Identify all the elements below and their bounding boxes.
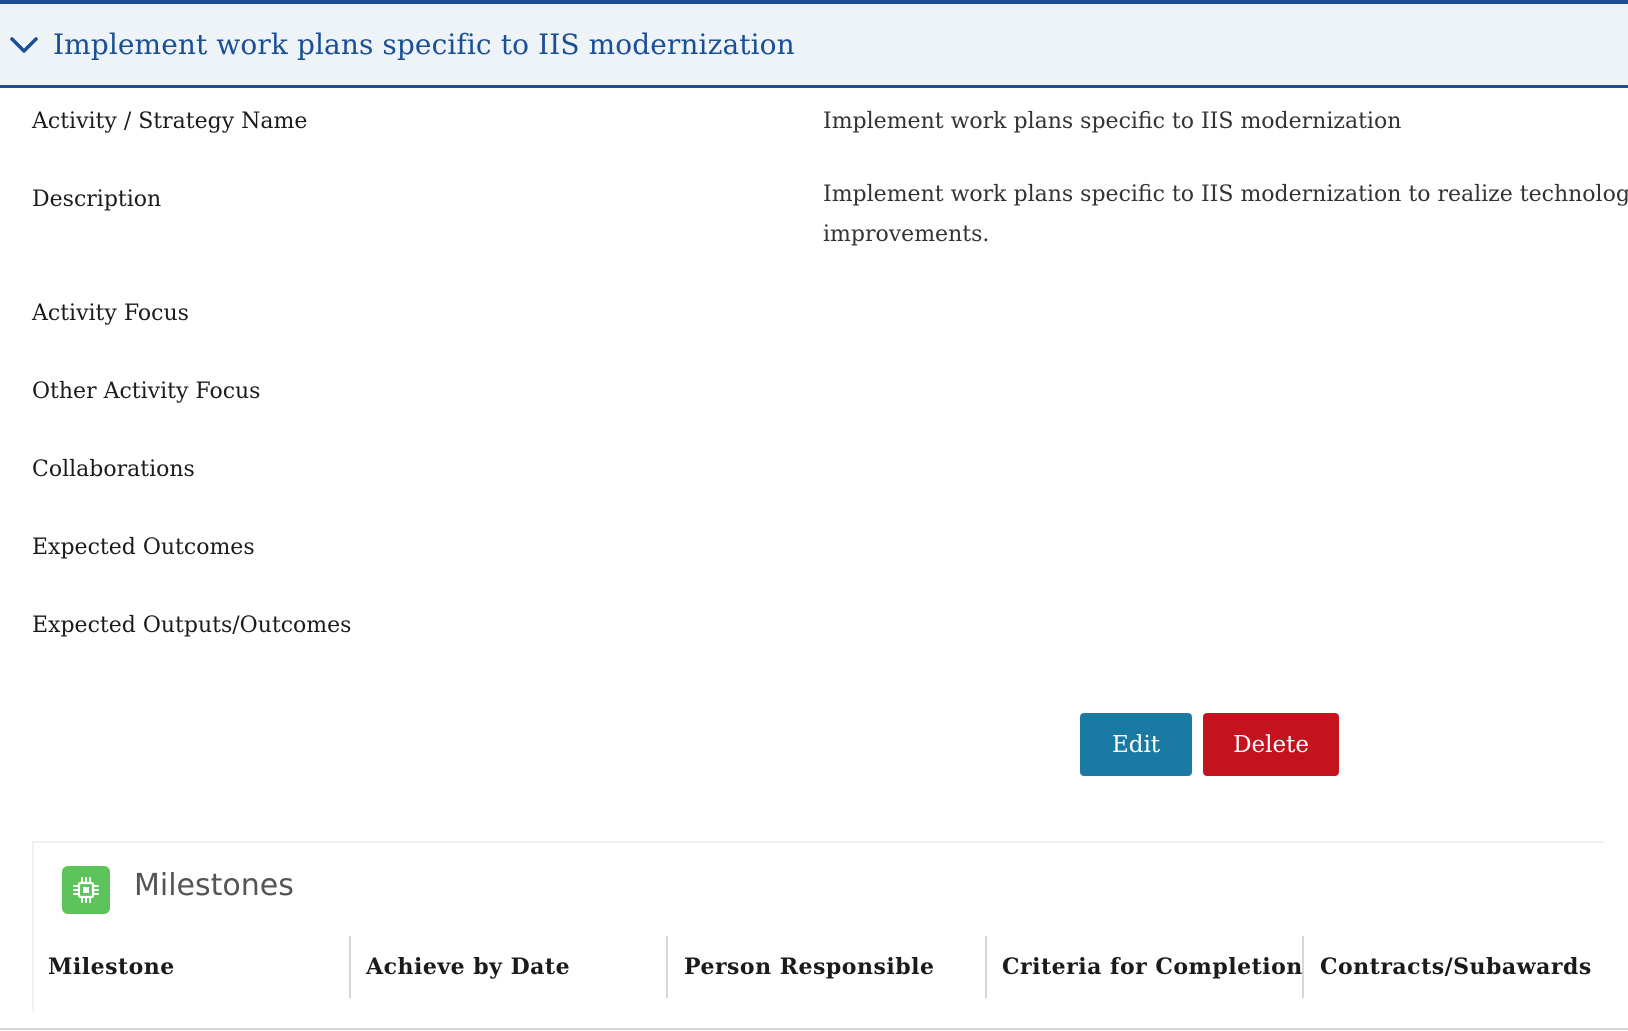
label-activity-focus: Activity Focus	[32, 301, 189, 326]
accordion-header[interactable]: Implement work plans specific to IIS mod…	[0, 4, 1628, 88]
column-divider	[349, 936, 351, 998]
bottom-rule	[0, 1028, 1628, 1030]
column-header-person-responsible[interactable]: Person Responsible	[684, 936, 934, 998]
column-header-contracts-subawards[interactable]: Contracts/Subawards	[1320, 936, 1592, 998]
label-description: Description	[32, 187, 162, 212]
column-header-achieve-by-date[interactable]: Achieve by Date	[366, 936, 570, 998]
label-expected-outcomes: Expected Outcomes	[32, 535, 255, 560]
chip-icon	[62, 866, 110, 914]
edit-button[interactable]: Edit	[1080, 713, 1192, 776]
column-header-criteria-for-completion[interactable]: Criteria for Completion	[1002, 936, 1303, 998]
value-description-line2: improvements.	[823, 222, 990, 247]
label-expected-outputs-outcomes: Expected Outputs/Outcomes	[32, 613, 352, 638]
label-activity-strategy-name: Activity / Strategy Name	[32, 109, 308, 134]
column-divider	[666, 936, 668, 998]
column-divider	[1302, 936, 1304, 998]
label-other-activity-focus: Other Activity Focus	[32, 379, 261, 404]
value-description-line1: Implement work plans specific to IIS mod…	[823, 182, 1628, 207]
milestones-title: Milestones	[134, 868, 294, 903]
delete-button[interactable]: Delete	[1203, 713, 1339, 776]
chevron-down-icon[interactable]	[4, 25, 44, 65]
column-divider	[985, 936, 987, 998]
accordion-title[interactable]: Implement work plans specific to IIS mod…	[53, 28, 795, 61]
value-activity-strategy-name: Implement work plans specific to IIS mod…	[823, 109, 1402, 134]
label-collaborations: Collaborations	[32, 457, 195, 482]
column-header-milestone[interactable]: Milestone	[48, 936, 175, 998]
